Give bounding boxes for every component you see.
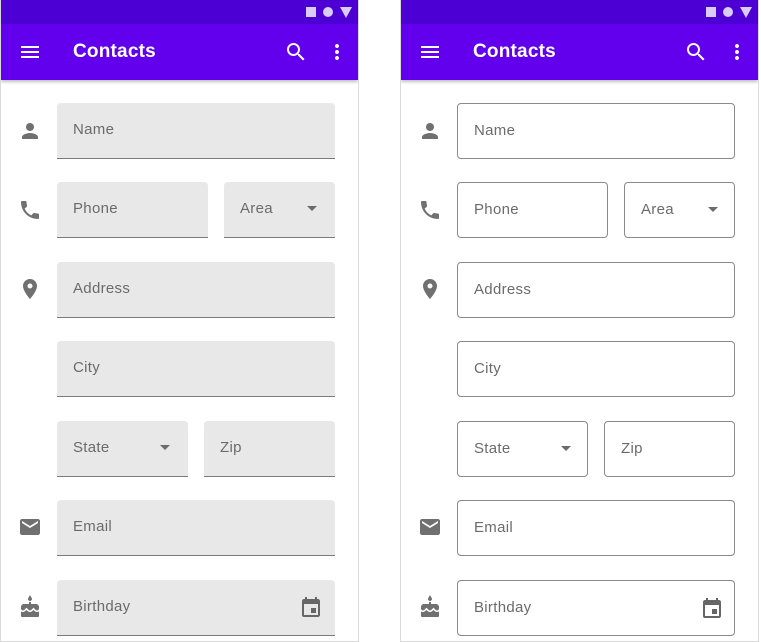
zip-field[interactable]: Zip [204,421,335,477]
email-icon [20,519,40,535]
cake-icon [21,595,39,617]
state-select[interactable]: State [57,421,188,477]
zip-field-label: Zip [220,439,242,456]
state-select-label: State [73,439,110,456]
status-bar [401,0,758,24]
back-icon [740,6,752,18]
dropdown-arrow-icon [708,207,718,212]
calendar-icon[interactable] [700,597,724,621]
search-icon[interactable] [684,40,708,64]
email-icon [420,519,440,535]
email-field[interactable]: Email [457,500,735,556]
person-icon [22,123,38,139]
dropdown-arrow-icon [561,446,571,451]
area-select-label: Area [641,201,674,218]
app-bar: Contacts [1,24,358,80]
dropdown-arrow-icon [160,445,170,450]
name-field[interactable]: Name [57,103,335,159]
recents-icon [706,7,716,17]
city-field[interactable]: City [457,341,735,397]
address-field[interactable]: Address [57,262,335,318]
address-field[interactable]: Address [457,262,735,318]
state-select-label: State [474,440,511,457]
phone-icon [21,201,39,219]
phone-field-label: Phone [474,201,519,218]
city-field-label: City [474,360,502,377]
zip-field[interactable]: Zip [604,421,735,477]
birthday-field[interactable]: Birthday [57,580,335,636]
birthday-field-label: Birthday [73,598,131,615]
filled-form-screen: Contacts Name Phone Area Address City St… [0,0,359,642]
birthday-field-label: Birthday [474,599,532,616]
recents-icon [306,7,316,17]
email-field-label: Email [474,519,514,536]
address-field-label: Address [73,280,131,297]
zip-field-label: Zip [621,440,643,457]
phone-field[interactable]: Phone [457,182,608,238]
area-select-label: Area [240,200,273,217]
status-bar [1,0,358,24]
home-icon [723,7,733,17]
area-select[interactable]: Area [624,182,735,238]
area-select[interactable]: Area [224,182,335,238]
phone-field-label: Phone [73,200,118,217]
app-title: Contacts [73,41,156,62]
search-icon[interactable] [284,40,308,64]
city-field[interactable]: City [57,341,335,397]
phone-icon [421,201,439,219]
name-field-label: Name [474,122,516,139]
calendar-icon[interactable] [299,596,323,620]
state-select[interactable]: State [457,421,588,477]
place-icon [23,279,37,299]
phone-field[interactable]: Phone [57,182,208,238]
name-field[interactable]: Name [457,103,735,159]
app-title: Contacts [473,41,556,62]
menu-icon[interactable] [418,40,442,64]
app-bar: Contacts [401,24,758,80]
outlined-form-screen: Contacts Name Phone Area Address City St… [400,0,759,642]
more-vert-icon[interactable] [725,40,749,64]
menu-icon[interactable] [18,40,42,64]
home-icon [323,7,333,17]
birthday-field[interactable]: Birthday [457,580,735,636]
email-field[interactable]: Email [57,500,335,556]
cake-icon [421,595,439,617]
address-field-label: Address [474,281,532,298]
email-field-label: Email [73,518,113,535]
person-icon [422,123,438,139]
dropdown-arrow-icon [307,206,317,211]
more-vert-icon[interactable] [325,40,349,64]
city-field-label: City [73,359,101,376]
name-field-label: Name [73,121,115,138]
place-icon [423,279,437,299]
back-icon [340,6,352,18]
